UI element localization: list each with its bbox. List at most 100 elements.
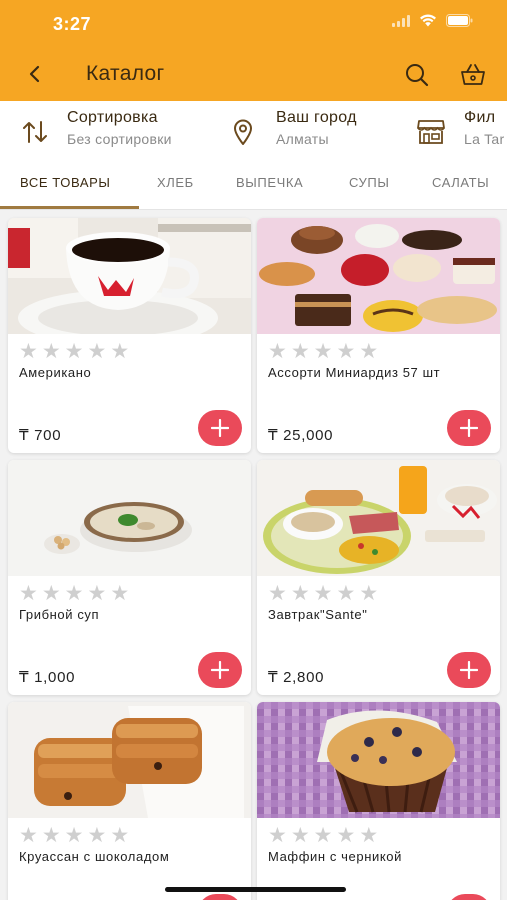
product-price: ₸ 700 xyxy=(19,427,62,444)
filter-bar: Сортировка Без сортировки Ваш город Алма… xyxy=(0,101,507,159)
search-icon xyxy=(406,64,429,87)
product-image xyxy=(8,702,251,818)
product-card[interactable]: ★ ★ ★ ★ ★ Круассан с шоколадом xyxy=(8,702,251,900)
rating-stars[interactable]: ★ ★ ★ ★ ★ xyxy=(268,583,378,604)
star-icon[interactable]: ★ xyxy=(291,825,310,846)
app-header: 3:27 Каталог xyxy=(0,0,507,101)
page-title: Каталог xyxy=(86,62,165,85)
add-to-cart-button[interactable] xyxy=(447,894,491,900)
product-image xyxy=(8,460,251,576)
basket-button[interactable] xyxy=(458,60,488,90)
star-icon[interactable]: ★ xyxy=(65,583,84,604)
status-bar: 3:27 xyxy=(0,0,507,46)
star-icon[interactable]: ★ xyxy=(314,341,333,362)
star-icon[interactable]: ★ xyxy=(336,341,355,362)
plus-icon xyxy=(460,661,478,679)
product-name: Завтрак"Sante" xyxy=(268,607,368,622)
sort-filter[interactable]: Сортировка Без сортировки xyxy=(20,109,172,147)
star-icon[interactable]: ★ xyxy=(110,583,129,604)
store-icon xyxy=(416,117,446,147)
product-price: ₸ 25,000 xyxy=(268,427,334,444)
wifi-icon xyxy=(419,14,437,32)
star-icon[interactable]: ★ xyxy=(110,825,129,846)
star-icon[interactable]: ★ xyxy=(65,341,84,362)
product-name: Круассан с шоколадом xyxy=(19,849,170,864)
product-price: ₸ 1,000 xyxy=(19,669,76,686)
basket-icon xyxy=(461,64,485,85)
star-icon[interactable]: ★ xyxy=(359,825,378,846)
category-tabs: ВСЕ ТОВАРЫ ХЛЕБ ВЫПЕЧКА СУПЫ САЛАТЫ xyxy=(0,159,507,210)
city-filter[interactable]: Ваш город Алматы xyxy=(228,109,357,147)
product-name: Американо xyxy=(19,365,92,380)
tab-pastry[interactable]: ВЫПЕЧКА xyxy=(236,175,303,190)
branch-filter[interactable]: Фил La Tar xyxy=(416,109,504,147)
product-card[interactable]: ★ ★ ★ ★ ★ Ассорти Миниардиз 57 шт ₸ 25,0… xyxy=(257,218,500,453)
star-icon[interactable]: ★ xyxy=(19,825,38,846)
product-card[interactable]: ★ ★ ★ ★ ★ Американо ₸ 700 xyxy=(8,218,251,453)
city-filter-title: Ваш город xyxy=(276,109,357,126)
rating-stars[interactable]: ★ ★ ★ ★ ★ xyxy=(268,341,378,362)
rating-stars[interactable]: ★ ★ ★ ★ ★ xyxy=(268,825,378,846)
product-card[interactable]: ★ ★ ★ ★ ★ Грибной суп ₸ 1,000 xyxy=(8,460,251,695)
add-to-cart-button[interactable] xyxy=(198,652,242,688)
tab-all-products[interactable]: ВСЕ ТОВАРЫ xyxy=(20,175,110,190)
star-icon[interactable]: ★ xyxy=(87,825,106,846)
star-icon[interactable]: ★ xyxy=(291,341,310,362)
star-icon[interactable]: ★ xyxy=(268,341,287,362)
rating-stars[interactable]: ★ ★ ★ ★ ★ xyxy=(19,825,129,846)
product-card[interactable]: ★ ★ ★ ★ ★ Завтрак"Sante" ₸ 2,800 xyxy=(257,460,500,695)
status-time: 3:27 xyxy=(53,14,92,34)
star-icon[interactable]: ★ xyxy=(19,583,38,604)
star-icon[interactable]: ★ xyxy=(268,583,287,604)
product-image xyxy=(257,460,500,576)
product-card[interactable]: ★ ★ ★ ★ ★ Маффин с черникой xyxy=(257,702,500,900)
plus-icon xyxy=(211,419,229,437)
sort-filter-title: Сортировка xyxy=(67,109,158,126)
star-icon[interactable]: ★ xyxy=(291,583,310,604)
star-icon[interactable]: ★ xyxy=(65,825,84,846)
add-to-cart-button[interactable] xyxy=(447,652,491,688)
star-icon[interactable]: ★ xyxy=(42,825,61,846)
active-tab-indicator xyxy=(0,206,139,209)
city-filter-value: Алматы xyxy=(276,131,329,147)
branch-filter-title: Фил xyxy=(464,109,496,126)
tab-soups[interactable]: СУПЫ xyxy=(349,175,389,190)
nav-bar: Каталог xyxy=(0,46,507,101)
battery-icon xyxy=(446,14,473,32)
star-icon[interactable]: ★ xyxy=(359,341,378,362)
star-icon[interactable]: ★ xyxy=(314,583,333,604)
rating-stars[interactable]: ★ ★ ★ ★ ★ xyxy=(19,341,129,362)
star-icon[interactable]: ★ xyxy=(336,825,355,846)
add-to-cart-button[interactable] xyxy=(198,894,242,900)
star-icon[interactable]: ★ xyxy=(336,583,355,604)
home-indicator[interactable] xyxy=(165,887,346,892)
star-icon[interactable]: ★ xyxy=(359,583,378,604)
back-button[interactable] xyxy=(20,59,50,89)
location-pin-icon xyxy=(228,117,258,147)
star-icon[interactable]: ★ xyxy=(110,341,129,362)
status-icons xyxy=(392,14,473,32)
star-icon[interactable]: ★ xyxy=(87,341,106,362)
star-icon[interactable]: ★ xyxy=(87,583,106,604)
sort-filter-value: Без сортировки xyxy=(67,131,172,147)
product-price: ₸ 2,800 xyxy=(268,669,325,686)
sort-icon xyxy=(20,117,50,147)
star-icon[interactable]: ★ xyxy=(268,825,287,846)
add-to-cart-button[interactable] xyxy=(198,410,242,446)
signal-icon xyxy=(392,14,410,32)
star-icon[interactable]: ★ xyxy=(42,583,61,604)
plus-icon xyxy=(211,661,229,679)
rating-stars[interactable]: ★ ★ ★ ★ ★ xyxy=(19,583,129,604)
product-name: Ассорти Миниардиз 57 шт xyxy=(268,365,441,380)
star-icon[interactable]: ★ xyxy=(19,341,38,362)
add-to-cart-button[interactable] xyxy=(447,410,491,446)
search-button[interactable] xyxy=(402,60,432,90)
tab-salads[interactable]: САЛАТЫ xyxy=(432,175,489,190)
chevron-left-icon xyxy=(29,65,40,83)
tab-bread[interactable]: ХЛЕБ xyxy=(157,175,194,190)
branch-filter-value: La Tar xyxy=(464,131,505,147)
star-icon[interactable]: ★ xyxy=(314,825,333,846)
star-icon[interactable]: ★ xyxy=(42,341,61,362)
product-name: Грибной суп xyxy=(19,607,100,622)
product-grid: ★ ★ ★ ★ ★ Американо ₸ 700 ★ ★ ★ ★ ★ Ассо… xyxy=(0,210,507,900)
